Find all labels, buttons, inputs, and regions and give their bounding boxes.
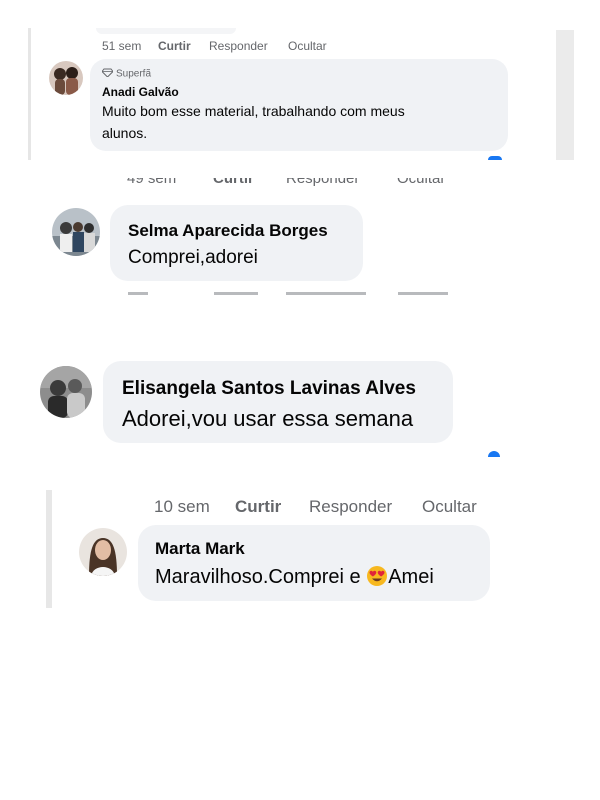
diamond-icon: [101, 68, 114, 80]
previous-bubble-edge: [96, 28, 236, 34]
comment-text-line-2: alunos.: [102, 125, 148, 141]
comment-card-selma: 49 sem Curtir Responder Ocultar Selma Ap…: [40, 178, 500, 298]
comment-bubble: Marta Mark Maravilhoso.Comprei e Amei: [138, 525, 490, 601]
hide-button[interactable]: Ocultar: [422, 497, 477, 517]
heart-eyes-emoji-icon: [366, 565, 388, 593]
comment-text: Adorei,vou usar essa semana: [122, 406, 414, 431]
time-label[interactable]: 49 sem: [127, 178, 176, 186]
comment-bubble: Superfã Anadi Galvão Muito bom esse mate…: [90, 59, 508, 151]
comment-card-anadi: 51 sem Curtir Responder Ocultar Superfã …: [24, 28, 574, 160]
avatar[interactable]: [79, 528, 127, 576]
superfan-label: Superfã: [116, 68, 152, 80]
comment-text-after-emoji: Amei: [388, 566, 434, 588]
time-label[interactable]: 51 sem: [102, 39, 141, 53]
bottom-corner-mark: [488, 156, 502, 160]
comment-author[interactable]: Elisangela Santos Lavinas Alves: [122, 378, 416, 400]
like-button[interactable]: Curtir: [158, 39, 191, 53]
hide-button[interactable]: Ocultar: [397, 178, 445, 186]
comment-bubble: Selma Aparecida Borges Comprei,adorei: [110, 205, 363, 281]
comment-bubble: Elisangela Santos Lavinas Alves Adorei,v…: [103, 361, 453, 443]
avatar[interactable]: [40, 366, 92, 418]
comment-card-marta: 10 sem Curtir Responder Ocultar Marta Ma…: [46, 490, 496, 610]
avatar[interactable]: [49, 61, 83, 95]
next-action-row-cropped: [120, 292, 470, 296]
reply-button[interactable]: Responder: [286, 178, 359, 186]
comment-text-line-1: Muito bom esse material, trabalhando com…: [102, 103, 405, 119]
comment-text: Comprei,adorei: [128, 247, 258, 268]
like-button[interactable]: Curtir: [213, 178, 254, 186]
right-edge-line: [556, 30, 574, 160]
reply-button[interactable]: Responder: [309, 497, 392, 517]
superfan-badge: Superfã: [101, 68, 152, 80]
like-button[interactable]: Curtir: [235, 497, 281, 517]
comment-author[interactable]: Marta Mark: [155, 539, 245, 559]
thread-line: [46, 490, 52, 608]
reply-button[interactable]: Responder: [209, 39, 268, 53]
avatar[interactable]: [52, 208, 100, 256]
action-row-cropped: 49 sem Curtir Responder Ocultar: [40, 178, 500, 186]
comment-text-before-emoji: Maravilhoso.Comprei e: [155, 566, 361, 588]
thread-line: [28, 28, 31, 160]
comment-author[interactable]: Selma Aparecida Borges: [128, 221, 328, 241]
comment-text: Maravilhoso.Comprei e Amei: [155, 565, 434, 593]
time-label[interactable]: 10 sem: [154, 497, 210, 517]
comment-card-elisangela: Elisangela Santos Lavinas Alves Adorei,v…: [36, 356, 506, 462]
hide-button[interactable]: Ocultar: [288, 39, 327, 53]
bottom-corner-mark: [488, 451, 500, 457]
comment-author[interactable]: Anadi Galvão: [102, 85, 179, 99]
